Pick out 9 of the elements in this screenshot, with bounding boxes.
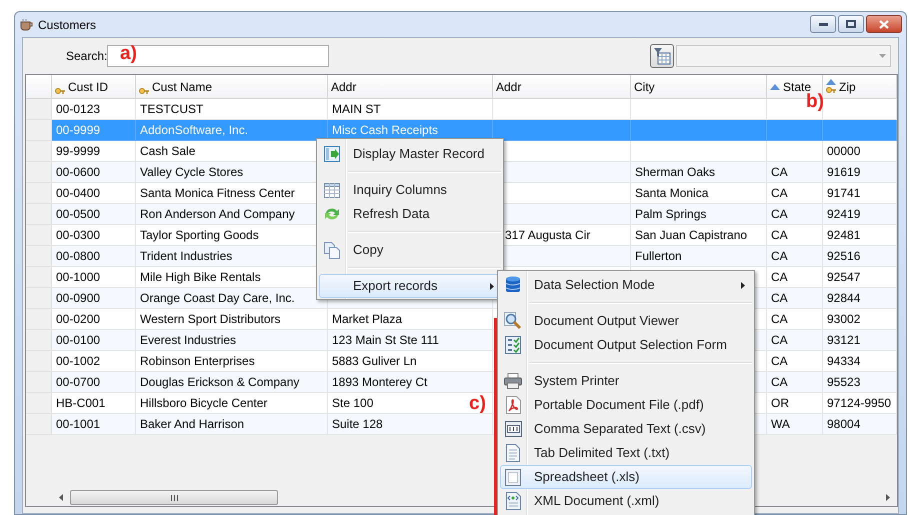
annotation-label: c) xyxy=(469,393,486,415)
table-cell: Suite 128 xyxy=(328,414,493,435)
table-cell: 00-1001 xyxy=(52,414,136,435)
table-cell: WA xyxy=(767,414,823,435)
search-label: Search: xyxy=(66,48,107,65)
table-cell: Baker And Harrison xyxy=(136,414,328,435)
window-title: Customers xyxy=(38,16,96,34)
table-cell: 98004 xyxy=(823,414,897,435)
annotation-label: a) xyxy=(120,43,137,65)
